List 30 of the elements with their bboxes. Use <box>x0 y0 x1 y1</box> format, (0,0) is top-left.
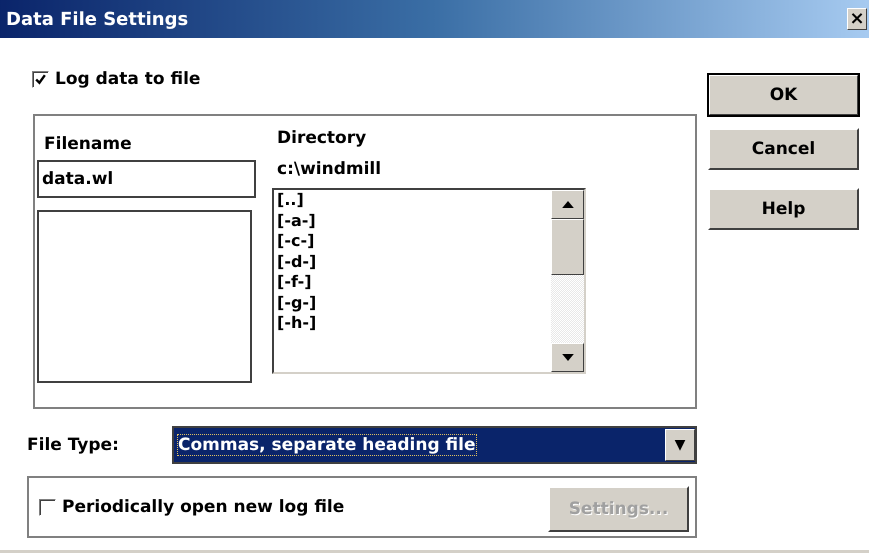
dropdown-button[interactable]: ▼ <box>665 429 695 461</box>
checkmark-icon <box>34 72 47 86</box>
directory-item[interactable]: [..] <box>277 190 551 210</box>
file-type-dropdown[interactable]: Commas, separate heading file ▼ <box>172 426 697 464</box>
directory-item[interactable]: [-h-] <box>277 313 551 334</box>
directory-item[interactable]: [-g-] <box>277 292 551 313</box>
filename-label: Filename <box>44 134 132 154</box>
close-button[interactable]: × <box>847 8 867 30</box>
directory-item[interactable]: [-c-] <box>277 231 551 252</box>
scroll-up-button[interactable] <box>551 190 584 219</box>
window-title: Data File Settings <box>5 8 188 30</box>
filename-field[interactable]: data.wl <box>37 160 256 198</box>
scroll-thumb[interactable] <box>551 219 584 275</box>
dialog-button[interactable]: Help <box>708 188 859 230</box>
directory-list[interactable]: [..] [-a-] [-c-] [-d-] [-f-] [-g-] [-h-] <box>272 188 586 374</box>
down-arrow-icon <box>562 354 574 361</box>
directory-item[interactable]: [-f-] <box>277 272 551 292</box>
dialog-button[interactable]: Cancel <box>708 128 859 170</box>
file-type-label: File Type: <box>27 435 119 455</box>
up-arrow-icon <box>562 201 574 208</box>
directory-path: c:\windmill <box>277 158 382 181</box>
directory-item[interactable]: [-d-] <box>277 252 551 272</box>
scrollbar[interactable] <box>551 190 584 372</box>
directory-label: Directory <box>277 128 366 148</box>
file-list[interactable] <box>37 210 252 383</box>
checkbox-label: Log data to file <box>55 69 200 89</box>
scroll-down-button[interactable] <box>551 343 584 372</box>
log-data-checkbox[interactable]: Log data to file <box>32 68 700 90</box>
dialog-button[interactable]: OK <box>708 74 859 116</box>
directory-item[interactable]: [-a-] <box>277 210 551 231</box>
